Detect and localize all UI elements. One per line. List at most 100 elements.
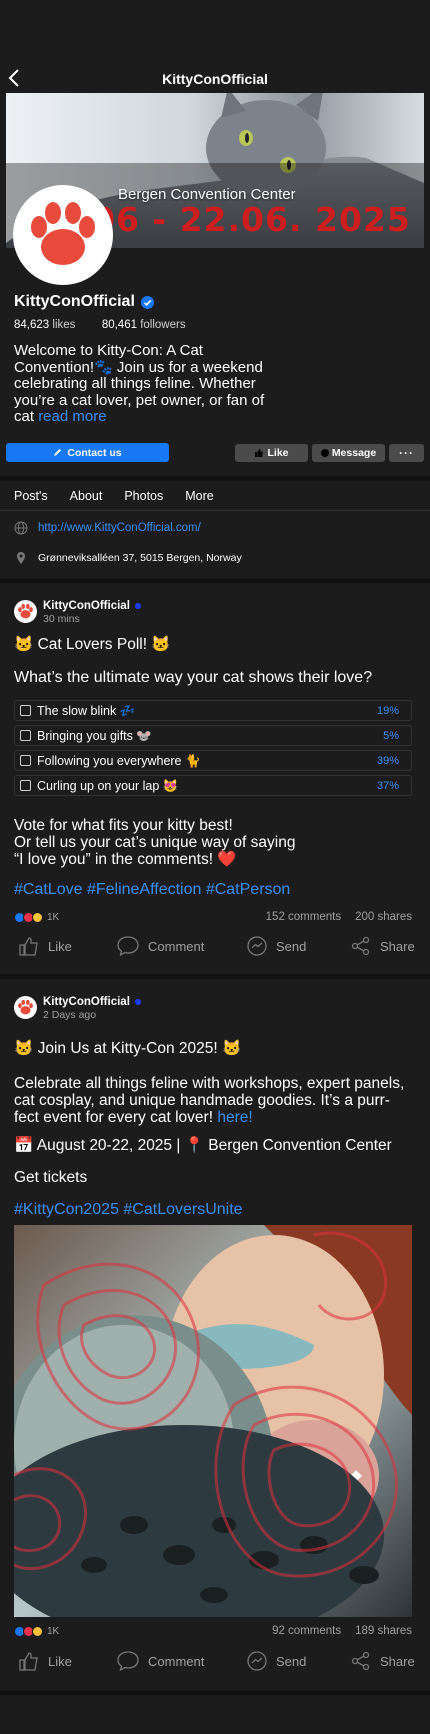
post-body-line: Vote for what fits your kitty best!: [14, 817, 233, 834]
poll-question: What’s the ultimate way your cat shows t…: [14, 669, 373, 686]
poll-option-label: Curling up on your lap 😻: [37, 779, 179, 793]
post-author-avatar[interactable]: [14, 600, 37, 623]
pencil-icon: [54, 449, 62, 456]
post-actions: Like Comment Send Share: [0, 1650, 430, 1676]
verified-dot-icon: [134, 999, 141, 1005]
poll-option-percent: 19%: [376, 705, 399, 717]
paw-logo-icon: [18, 999, 33, 1015]
post-body-line: Or tell us your cat’s unique way of sayi…: [14, 834, 296, 851]
post-author: KittyConOfficial: [43, 600, 141, 612]
like-action-label: Like: [48, 938, 72, 954]
post-title: 🐱 Cat Lovers Poll! 🐱: [14, 636, 171, 653]
followers-label: followers: [140, 319, 186, 331]
profile-bio: Welcome to Kitty-Con: A Cat Convention!🐾…: [14, 342, 274, 426]
comment-action-button[interactable]: Comment: [116, 935, 204, 957]
message-button[interactable]: Message: [312, 444, 385, 462]
poll-option[interactable]: Following you everywhere 🐈 39%: [14, 750, 412, 771]
post-hashtags[interactable]: #KittyCon2025 #CatLoversUnite: [14, 1201, 243, 1219]
comments-count[interactable]: 92 comments: [272, 1625, 341, 1637]
post-body-text: Celebrate all things feline with worksho…: [14, 1075, 405, 1126]
location-pin-icon: [17, 552, 25, 564]
divider: [0, 974, 430, 979]
post-body-link[interactable]: here!: [217, 1109, 252, 1126]
profile-action-buttons: Contact us Like Message ···: [6, 443, 424, 463]
post-hashtags[interactable]: #CatLove #FelineAffection #CatPerson: [14, 881, 290, 899]
messenger-icon: [320, 449, 329, 457]
tab-more[interactable]: More: [185, 489, 213, 503]
comment-action-label: Comment: [148, 938, 205, 954]
post-author-name[interactable]: KittyConOfficial: [43, 996, 130, 1008]
profile-avatar[interactable]: [13, 185, 113, 285]
like-action-label: Like: [48, 1653, 72, 1669]
wow-reaction-icon: [32, 1626, 43, 1637]
post-body: Celebrate all things feline with worksho…: [14, 1075, 414, 1126]
tab-photos[interactable]: Photos: [124, 489, 163, 503]
more-options-button[interactable]: ···: [389, 444, 424, 462]
reactions-count: 1K: [47, 1626, 60, 1637]
tab-posts[interactable]: Post's: [14, 489, 48, 503]
paw-logo-icon: [31, 202, 95, 265]
post-photo[interactable]: [14, 1225, 412, 1617]
messenger-icon: [247, 1651, 267, 1671]
poll-option-percent: 39%: [376, 755, 399, 767]
share-action-label: Share: [380, 1653, 415, 1669]
comment-action-label: Comment: [148, 1653, 205, 1669]
reactions-summary[interactable]: 1K: [14, 1626, 59, 1637]
page-like-button[interactable]: Like: [235, 444, 308, 462]
poll-checkbox[interactable]: [20, 730, 31, 741]
comment-bubble-icon: [117, 936, 139, 957]
event-details: 📅 August 20-22, 2025 | 📍 Bergen Conventi…: [14, 1137, 392, 1154]
like-action-button[interactable]: Like: [18, 935, 72, 957]
tab-about[interactable]: About: [70, 489, 103, 503]
get-tickets-text[interactable]: Get tickets: [14, 1169, 87, 1186]
followers-count: 80,461: [101, 319, 137, 331]
read-more-link[interactable]: read more: [38, 408, 106, 425]
poll-option[interactable]: Curling up on your lap 😻 37%: [14, 775, 412, 796]
post-timestamp: 30 mins: [43, 613, 80, 625]
share-action-button[interactable]: Share: [350, 935, 415, 957]
comment-bubble-icon: [117, 1651, 139, 1672]
profile-stats: 84,623 likes 80,461 followers: [14, 319, 186, 331]
wow-reaction-icon: [32, 912, 43, 923]
post-author-avatar[interactable]: [14, 996, 37, 1019]
address-row: Grønneviksalléen 37, 5015 Bergen, Norway: [14, 551, 242, 565]
page-tabs: Post's About Photos More: [14, 489, 214, 503]
poll-option-label: The slow blink 💤: [37, 704, 136, 718]
post-header: KittyConOfficial 30 mins: [14, 600, 141, 625]
post-body-line: “I love you” in the comments! ❤️: [14, 851, 237, 868]
poll-checkbox[interactable]: [20, 755, 31, 766]
divider: [0, 476, 430, 481]
like-action-button[interactable]: Like: [18, 1650, 72, 1672]
more-options-label: ···: [399, 446, 414, 460]
send-action-button[interactable]: Send: [246, 1650, 306, 1672]
share-action-button[interactable]: Share: [350, 1650, 415, 1672]
send-action-button[interactable]: Send: [246, 935, 306, 957]
website-row: http://www.KittyConOfficial.com/: [14, 521, 201, 535]
poll-option-label: Bringing you gifts 🐭: [37, 729, 152, 743]
post-author: KittyConOfficial: [43, 996, 141, 1008]
messenger-icon: [247, 936, 267, 956]
poll-option-percent: 5%: [383, 730, 399, 742]
likes-label: likes: [52, 319, 76, 331]
comments-count[interactable]: 152 comments: [266, 911, 341, 923]
verified-icon: [140, 295, 154, 309]
website-link[interactable]: http://www.KittyConOfficial.com/: [38, 522, 201, 534]
comment-action-button[interactable]: Comment: [116, 1650, 204, 1672]
share-icon: [351, 936, 370, 956]
thumbs-up-icon: [19, 937, 38, 956]
shares-count[interactable]: 200 shares: [355, 911, 412, 923]
send-action-label: Send: [276, 1653, 307, 1669]
poll-option[interactable]: The slow blink 💤 19%: [14, 700, 412, 721]
poll-checkbox[interactable]: [20, 780, 31, 791]
poll-option[interactable]: Bringing you gifts 🐭 5%: [14, 725, 412, 746]
post-author-name[interactable]: KittyConOfficial: [43, 600, 130, 612]
contact-us-button[interactable]: Contact us: [6, 443, 169, 462]
poll-checkbox[interactable]: [20, 705, 31, 716]
globe-icon: [14, 521, 28, 535]
page-title: KittyConOfficial: [162, 71, 268, 87]
shares-count[interactable]: 189 shares: [355, 1625, 412, 1637]
verified-dot-icon: [134, 603, 141, 609]
profile-name-text: KittyConOfficial: [14, 293, 135, 310]
share-icon: [351, 1651, 370, 1671]
reactions-summary[interactable]: 1K: [14, 912, 59, 923]
